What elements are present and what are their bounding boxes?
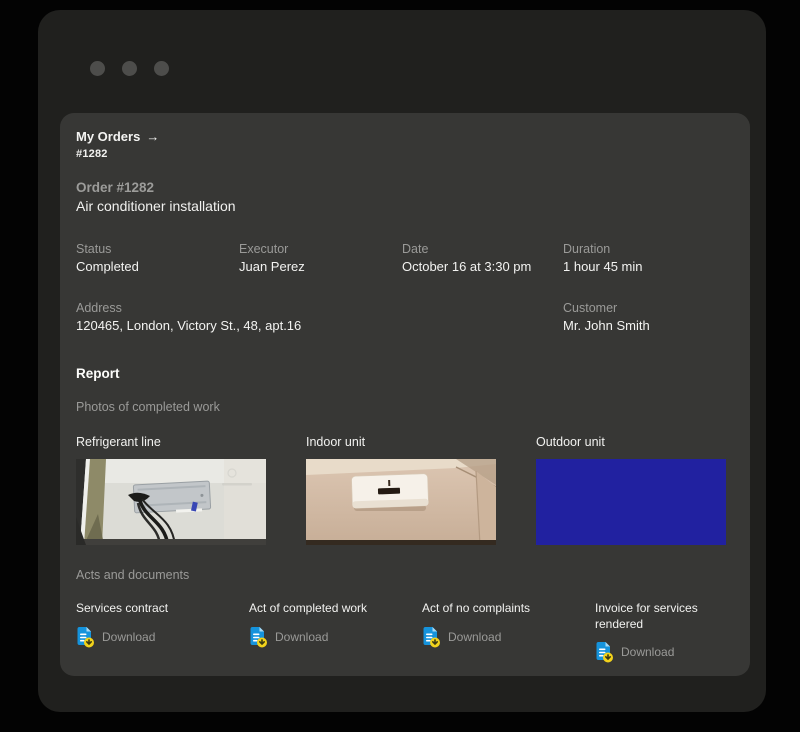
photo-item-indoor-unit: Indoor unit (306, 435, 496, 545)
document-download-icon (422, 626, 441, 648)
photo-label: Outdoor unit (536, 435, 726, 449)
download-label: Download (621, 645, 674, 659)
document-name: Invoice for services rendered (595, 601, 745, 632)
outdoor-photo-fill (536, 459, 726, 545)
report-heading: Report (76, 366, 120, 381)
order-address-row: Address 120465, London, Victory St., 48,… (76, 301, 733, 333)
download-link[interactable]: Download (595, 641, 674, 663)
executor-value: Juan Perez (239, 259, 402, 274)
app-window: My Orders → #1282 Order #1282 Air condit… (38, 10, 766, 712)
document-download-icon (595, 641, 614, 663)
detail-address: Address 120465, London, Victory St., 48,… (76, 301, 563, 333)
breadcrumb-label: My Orders (76, 129, 140, 144)
download-label: Download (275, 630, 328, 644)
duration-value: 1 hour 45 min (563, 259, 733, 274)
duration-label: Duration (563, 242, 733, 256)
photo-item-refrigerant-line: Refrigerant line (76, 435, 266, 545)
document-name: Services contract (76, 601, 226, 617)
outdoor-unit-photo[interactable] (536, 459, 726, 545)
document-download-icon (76, 626, 95, 648)
detail-executor: Executor Juan Perez (239, 242, 402, 274)
address-value: 120465, London, Victory St., 48, apt.16 (76, 318, 563, 333)
order-card: My Orders → #1282 Order #1282 Air condit… (60, 113, 750, 676)
document-item: Invoice for services rendered Download (595, 601, 768, 663)
order-title: Air conditioner installation (76, 198, 236, 214)
download-link[interactable]: Download (249, 626, 328, 648)
download-label: Download (102, 630, 155, 644)
order-heading: Order #1282 (76, 180, 154, 195)
photo-label: Indoor unit (306, 435, 496, 449)
download-label: Download (448, 630, 501, 644)
photo-item-outdoor-unit: Outdoor unit (536, 435, 726, 545)
right-arrow-icon: → (146, 129, 159, 144)
divider (60, 349, 750, 351)
detail-customer: Customer Mr. John Smith (563, 301, 733, 333)
date-value: October 16 at 3:30 pm (402, 259, 563, 274)
documents-grid: Services contract Download Act of co (76, 601, 768, 663)
document-download-icon (249, 626, 268, 648)
document-item: Act of completed work Download (249, 601, 422, 648)
customer-value: Mr. John Smith (563, 318, 733, 333)
status-label: Status (76, 242, 239, 256)
order-details: Status Completed Executor Juan Perez Dat… (76, 242, 733, 274)
window-control-dot[interactable] (154, 61, 169, 76)
documents-section-label: Acts and documents (76, 568, 189, 582)
document-item: Act of no complaints Download (422, 601, 595, 648)
executor-label: Executor (239, 242, 402, 256)
document-item: Services contract Download (76, 601, 249, 648)
document-name: Act of completed work (249, 601, 399, 617)
customer-label: Customer (563, 301, 733, 315)
window-controls (90, 61, 169, 76)
indoor-unit-photo[interactable] (306, 459, 496, 545)
breadcrumb[interactable]: My Orders → (76, 129, 159, 144)
detail-duration: Duration 1 hour 45 min (563, 242, 733, 274)
download-link[interactable]: Download (422, 626, 501, 648)
detail-status: Status Completed (76, 242, 239, 274)
refrigerant-line-photo[interactable] (76, 459, 266, 545)
breadcrumb-order-ref: #1282 (76, 148, 108, 160)
photos-grid: Refrigerant line (76, 435, 726, 545)
detail-date: Date October 16 at 3:30 pm (402, 242, 563, 274)
photos-section-label: Photos of completed work (76, 400, 220, 414)
window-control-dot[interactable] (90, 61, 105, 76)
document-name: Act of no complaints (422, 601, 572, 617)
window-control-dot[interactable] (122, 61, 137, 76)
date-label: Date (402, 242, 563, 256)
download-link[interactable]: Download (76, 626, 155, 648)
address-label: Address (76, 301, 563, 315)
status-value: Completed (76, 259, 239, 274)
photo-label: Refrigerant line (76, 435, 266, 449)
